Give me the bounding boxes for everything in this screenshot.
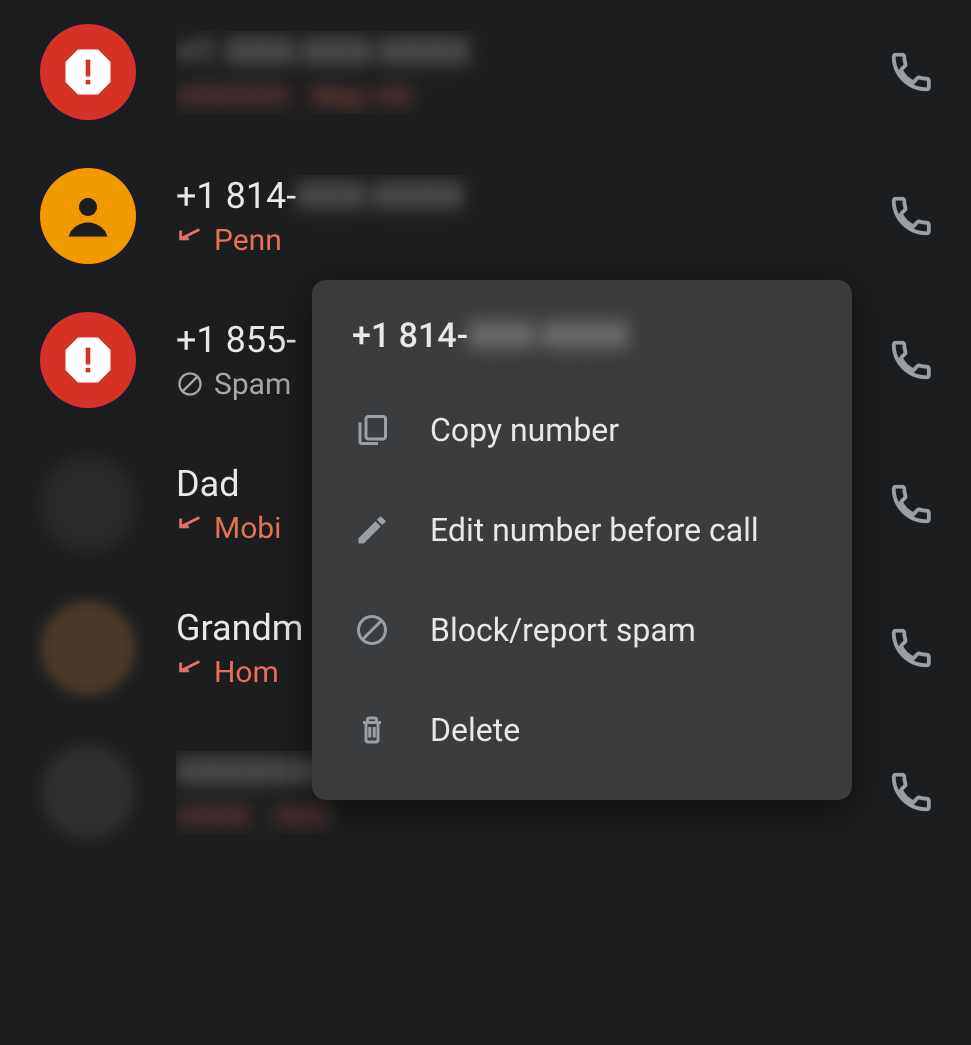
menu-item-label: Delete — [430, 711, 520, 749]
call-button[interactable] — [883, 44, 939, 100]
contact-photo-avatar — [40, 456, 136, 552]
contact-photo-avatar — [40, 600, 136, 696]
phone-icon — [888, 49, 934, 95]
call-row-main: +1 XXX-XXX-XXXX XXXXXX · May XX — [176, 31, 863, 114]
context-menu: +1 814-XXX-XXXX Copy number Edit number … — [312, 280, 852, 800]
call-row[interactable]: +1 XXX-XXX-XXXX XXXXXX · May XX — [0, 0, 971, 144]
spam-avatar — [40, 24, 136, 120]
call-subtitle: XXXX · XXX — [176, 799, 863, 834]
pencil-icon — [352, 510, 392, 550]
call-title: +1 XXX-XXX-XXXX — [176, 31, 863, 73]
call-row-main: +1 814-XXX-XXXX Pennsylvania · May 12 — [176, 175, 863, 258]
spam-avatar — [40, 312, 136, 408]
call-button[interactable] — [883, 188, 939, 244]
person-avatar — [40, 168, 136, 264]
copy-icon — [352, 410, 392, 450]
context-menu-title: +1 814-XXX-XXXX — [312, 316, 852, 380]
call-button[interactable] — [883, 332, 939, 388]
menu-item-block-spam[interactable]: Block/report spam — [312, 580, 852, 680]
missed-call-icon — [176, 514, 204, 542]
call-button[interactable] — [883, 764, 939, 820]
call-row[interactable]: +1 814-XXX-XXXX Pennsylvania · May 12 — [0, 144, 971, 288]
call-subtitle: Pennsylvania · May 12 — [176, 223, 863, 258]
phone-icon — [888, 337, 934, 383]
call-title: +1 814-XXX-XXXX — [176, 175, 863, 217]
call-subtitle: XXXXXX · May XX — [176, 79, 863, 114]
phone-icon — [888, 193, 934, 239]
missed-call-icon — [176, 226, 204, 254]
phone-icon — [888, 625, 934, 671]
alert-octagon-icon — [61, 45, 115, 99]
menu-item-label: Edit number before call — [430, 511, 759, 549]
call-button[interactable] — [883, 476, 939, 532]
phone-icon — [888, 769, 934, 815]
phone-icon — [888, 481, 934, 527]
alert-octagon-icon — [61, 333, 115, 387]
menu-item-delete[interactable]: Delete — [312, 680, 852, 780]
person-icon — [57, 185, 119, 247]
missed-call-icon — [176, 658, 204, 686]
block-icon — [352, 610, 392, 650]
call-button[interactable] — [883, 620, 939, 676]
menu-item-label: Copy number — [430, 411, 619, 449]
menu-item-label: Block/report spam — [430, 611, 696, 649]
contact-photo-avatar — [40, 744, 136, 840]
trash-icon — [352, 710, 392, 750]
block-icon — [176, 370, 204, 398]
menu-item-copy-number[interactable]: Copy number — [312, 380, 852, 480]
menu-item-edit-number[interactable]: Edit number before call — [312, 480, 852, 580]
